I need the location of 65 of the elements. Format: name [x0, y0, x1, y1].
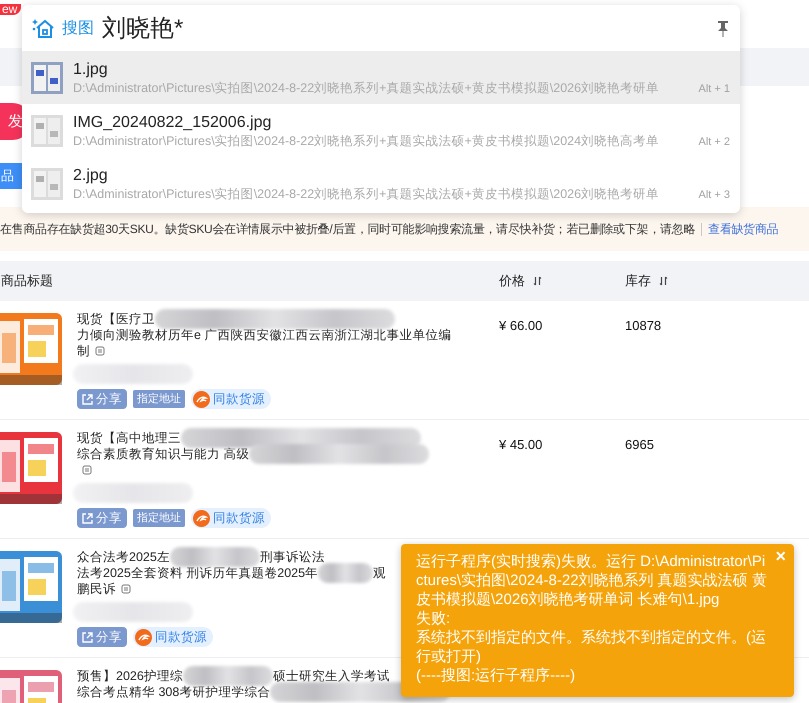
product-title: 刑事诉讼法	[260, 549, 325, 565]
error-message: (----搜图:运行子程序----)	[416, 666, 576, 685]
file-name: 2.jpg	[73, 166, 109, 186]
close-button[interactable]: ×	[773, 546, 788, 567]
shortcut-hint: Alt + 3	[698, 189, 730, 201]
file-path: D:\Administrator\Pictures\实拍图\2024-8-22刘晓艳系列+真题实战法硕+黄皮书模拟题\2024刘晓艳高考单	[73, 132, 660, 148]
search-query[interactable]: 刘晓艳*	[102, 12, 184, 44]
search-result[interactable]: IMG_20240822_152006.jpg D:\Administrator\Pictures\实拍图\2024-8-22刘晓艳系列+真题实战法硕+黄皮书模拟题\2024刘晓艳高考单 Alt + 2	[22, 104, 740, 157]
out-of-stock-link[interactable]: 查看缺货商品	[708, 220, 778, 238]
error-message: 系统找不到指定的文件。系统找不到指定的文件。(运行或打开)	[416, 628, 767, 666]
same-source-tag[interactable]: 同款货源	[133, 627, 213, 647]
new-badge: ew	[0, 4, 22, 15]
shortcut-hint: Alt + 1	[698, 83, 730, 95]
search-result[interactable]: 1.jpg D:\Administrator\Pictures\实拍图\2024-8-22刘晓艳系列+真题实战法硕+黄皮书模拟题\2026刘晓艳考研单 Alt + 1	[22, 51, 740, 104]
pin-icon[interactable]	[716, 20, 730, 36]
file-path: D:\Administrator\Pictures\实拍图\2024-8-22刘晓艳系列+真题实战法硕+黄皮书模拟题\2026刘晓艳考研单	[73, 80, 660, 96]
column-header[interactable]: 库存	[625, 272, 651, 290]
product-title: 法考2025全套资料 刑诉历年真题卷2025年	[77, 565, 318, 581]
share-icon	[81, 512, 94, 524]
share-tag[interactable]: 分享	[77, 389, 127, 409]
note-icon	[95, 346, 105, 356]
blurred-text	[318, 563, 374, 583]
product-title: 鹏民诉	[77, 581, 116, 597]
address-tag[interactable]: 指定地址	[133, 390, 185, 408]
file-name: 1.jpg	[73, 60, 109, 80]
search-result[interactable]: 2.jpg D:\Administrator\Pictures\实拍图\2024-8-22刘晓艳系列+真题实战法硕+黄皮书模拟题\2026刘晓艳考研单 Alt + 3	[22, 157, 740, 210]
product-title: 综合考点精华 308考研护理学综合	[77, 684, 270, 700]
product-title: 众合法考2025左	[77, 549, 170, 565]
same-source-tag[interactable]: 同款货源	[191, 508, 271, 528]
app-name: 搜图	[62, 18, 94, 38]
column-header[interactable]: 价格	[499, 272, 525, 290]
stock-cell-text: 10878	[625, 317, 662, 335]
shortcut-hint: Alt + 2	[698, 136, 730, 148]
error-message: 失败:	[416, 609, 452, 628]
swirl-icon	[135, 628, 152, 646]
product-title: 观	[373, 565, 386, 581]
product-title: 硕士研究生入学考试	[272, 668, 390, 684]
stock-cell-text: 6965	[625, 436, 655, 454]
price-cell-text: ¥ 66.00	[499, 317, 544, 335]
product-title: 力倾向测验教材历年e 广西陕西安徽江西云南浙江湖北事业单位编	[77, 327, 452, 343]
product-title: 制	[77, 343, 90, 359]
sort-icon[interactable]	[533, 276, 542, 286]
column-header[interactable]: 商品标题	[1, 272, 53, 290]
error-message: 运行子程序(实时搜索)失败。运行 D:\Administrator\Pictures\实拍图\2024-8-22刘晓艳系列 真题实战法硕 黄皮书模拟题\2026刘晓艳考研单词 长难句\1.jpg	[416, 552, 768, 609]
note-icon	[121, 584, 131, 594]
file-name: IMG_20240822_152006.jpg	[73, 112, 272, 132]
note-icon	[82, 465, 92, 475]
swirl-icon	[193, 390, 210, 408]
notice-text: 在售商品存在缺货超30天SKU。缺货SKU会在详情展示中被折叠/后置，同时可能影响搜索流量，请尽快补货；若已删除或下架，请忽略	[0, 220, 696, 238]
product-title: 预售】2026护理综	[77, 668, 183, 684]
share-tag[interactable]: 分享	[77, 627, 127, 647]
file-path: D:\Administrator\Pictures\实拍图\2024-8-22刘晓艳系列+真题实战法硕+黄皮书模拟题\2026刘晓艳考研单	[73, 186, 660, 202]
product-title: 现货【医疗卫	[77, 311, 155, 327]
share-icon	[81, 630, 94, 644]
sort-icon[interactable]	[659, 276, 668, 286]
same-source-tag[interactable]: 同款货源	[191, 389, 271, 409]
product-title: 现货【高中地理三	[77, 430, 181, 446]
home-icon	[32, 17, 56, 39]
share-tag[interactable]: 分享	[77, 508, 127, 528]
price-cell-text: ¥ 45.00	[499, 436, 544, 454]
swirl-icon	[193, 510, 210, 526]
share-icon	[81, 392, 94, 406]
address-tag[interactable]: 指定地址	[133, 509, 185, 527]
product-title: 综合素质教育知识与能力 高级	[77, 446, 250, 462]
category-button[interactable]: 品	[0, 163, 22, 189]
